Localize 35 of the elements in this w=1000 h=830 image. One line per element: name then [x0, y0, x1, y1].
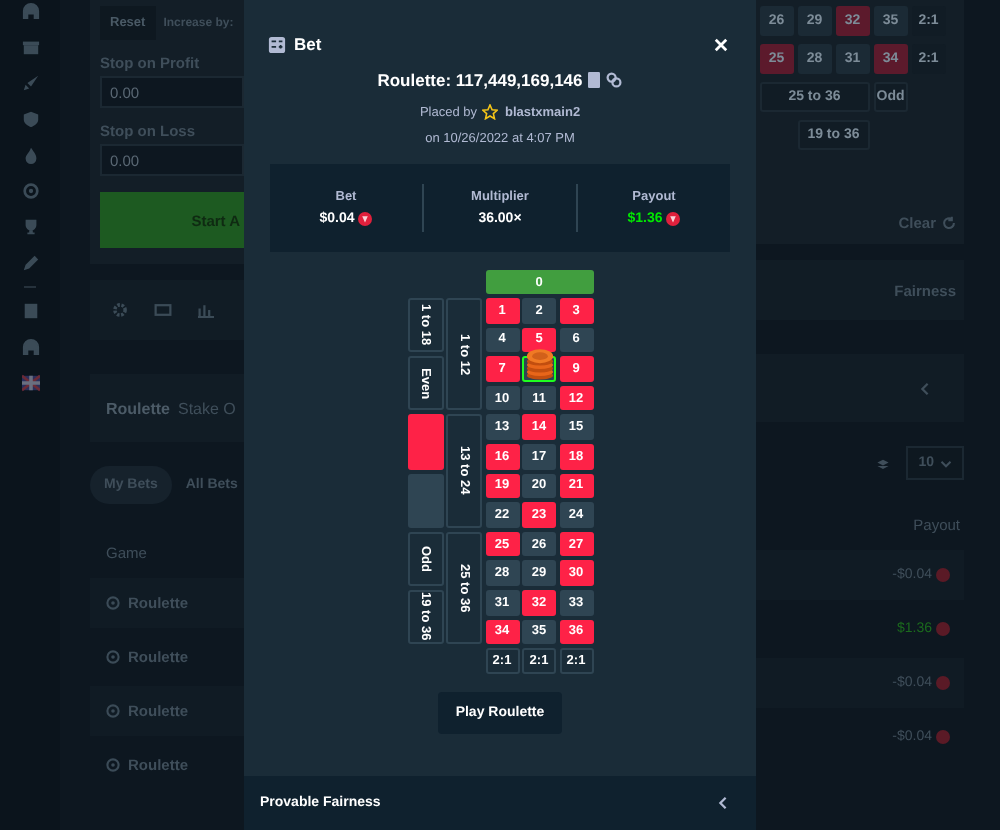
rectangle-icon[interactable] — [154, 304, 172, 316]
copy-icon[interactable] — [588, 72, 601, 88]
chevron-down-icon — [940, 459, 952, 467]
refresh-icon — [942, 216, 956, 230]
receipt-icon — [268, 35, 286, 53]
pen-icon[interactable] — [21, 254, 39, 272]
coin-icon — [936, 622, 950, 636]
target-icon[interactable] — [21, 182, 39, 200]
coin-icon — [358, 212, 373, 226]
star-icon — [482, 104, 499, 120]
coin-icon — [666, 212, 681, 226]
stack-icon — [876, 457, 891, 469]
roulette-wheel-icon — [106, 596, 120, 610]
document-icon[interactable] — [21, 302, 39, 320]
modal-title: Bet — [294, 34, 324, 54]
coin-icon — [936, 568, 950, 582]
chevron-left-icon — [718, 796, 728, 810]
settings-icon[interactable] — [112, 302, 128, 318]
bet-id: Roulette: 117,449,169,146 — [377, 70, 583, 90]
game-title: Roulette — [106, 399, 170, 417]
roulette-wheel-icon — [106, 758, 120, 772]
roulette-wheel-icon — [106, 704, 120, 718]
roulette-wheel-icon — [106, 650, 120, 664]
coin-icon — [936, 676, 950, 690]
gift-icon[interactable] — [21, 38, 39, 56]
chevron-left-icon[interactable] — [920, 381, 930, 395]
coin-icon — [936, 730, 950, 744]
shield-icon[interactable] — [21, 110, 39, 128]
close-icon — [714, 37, 728, 51]
close-button[interactable] — [710, 33, 732, 55]
flame-icon[interactable] — [21, 146, 39, 164]
chart-icon[interactable] — [198, 302, 214, 318]
link-icon[interactable] — [606, 72, 623, 88]
trophy-icon[interactable] — [21, 218, 39, 236]
flag-icon[interactable] — [21, 374, 39, 392]
